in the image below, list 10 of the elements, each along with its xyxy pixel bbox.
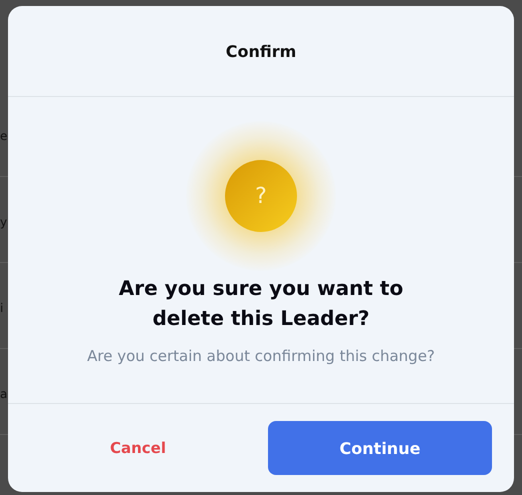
table-cell: y <box>0 215 8 229</box>
cancel-button[interactable]: Cancel <box>8 421 268 475</box>
table-cell: a <box>0 387 8 401</box>
dialog-heading: Are you sure you want to delete this Leader? <box>118 275 404 332</box>
table-cell: e <box>0 129 8 143</box>
dialog-message: Are you certain about confirming this change? <box>87 347 435 365</box>
dialog-title: Confirm <box>226 42 296 60</box>
continue-button[interactable]: Continue <box>268 421 492 475</box>
table-cell: i <box>0 301 4 315</box>
question-icon: ? <box>225 160 297 232</box>
